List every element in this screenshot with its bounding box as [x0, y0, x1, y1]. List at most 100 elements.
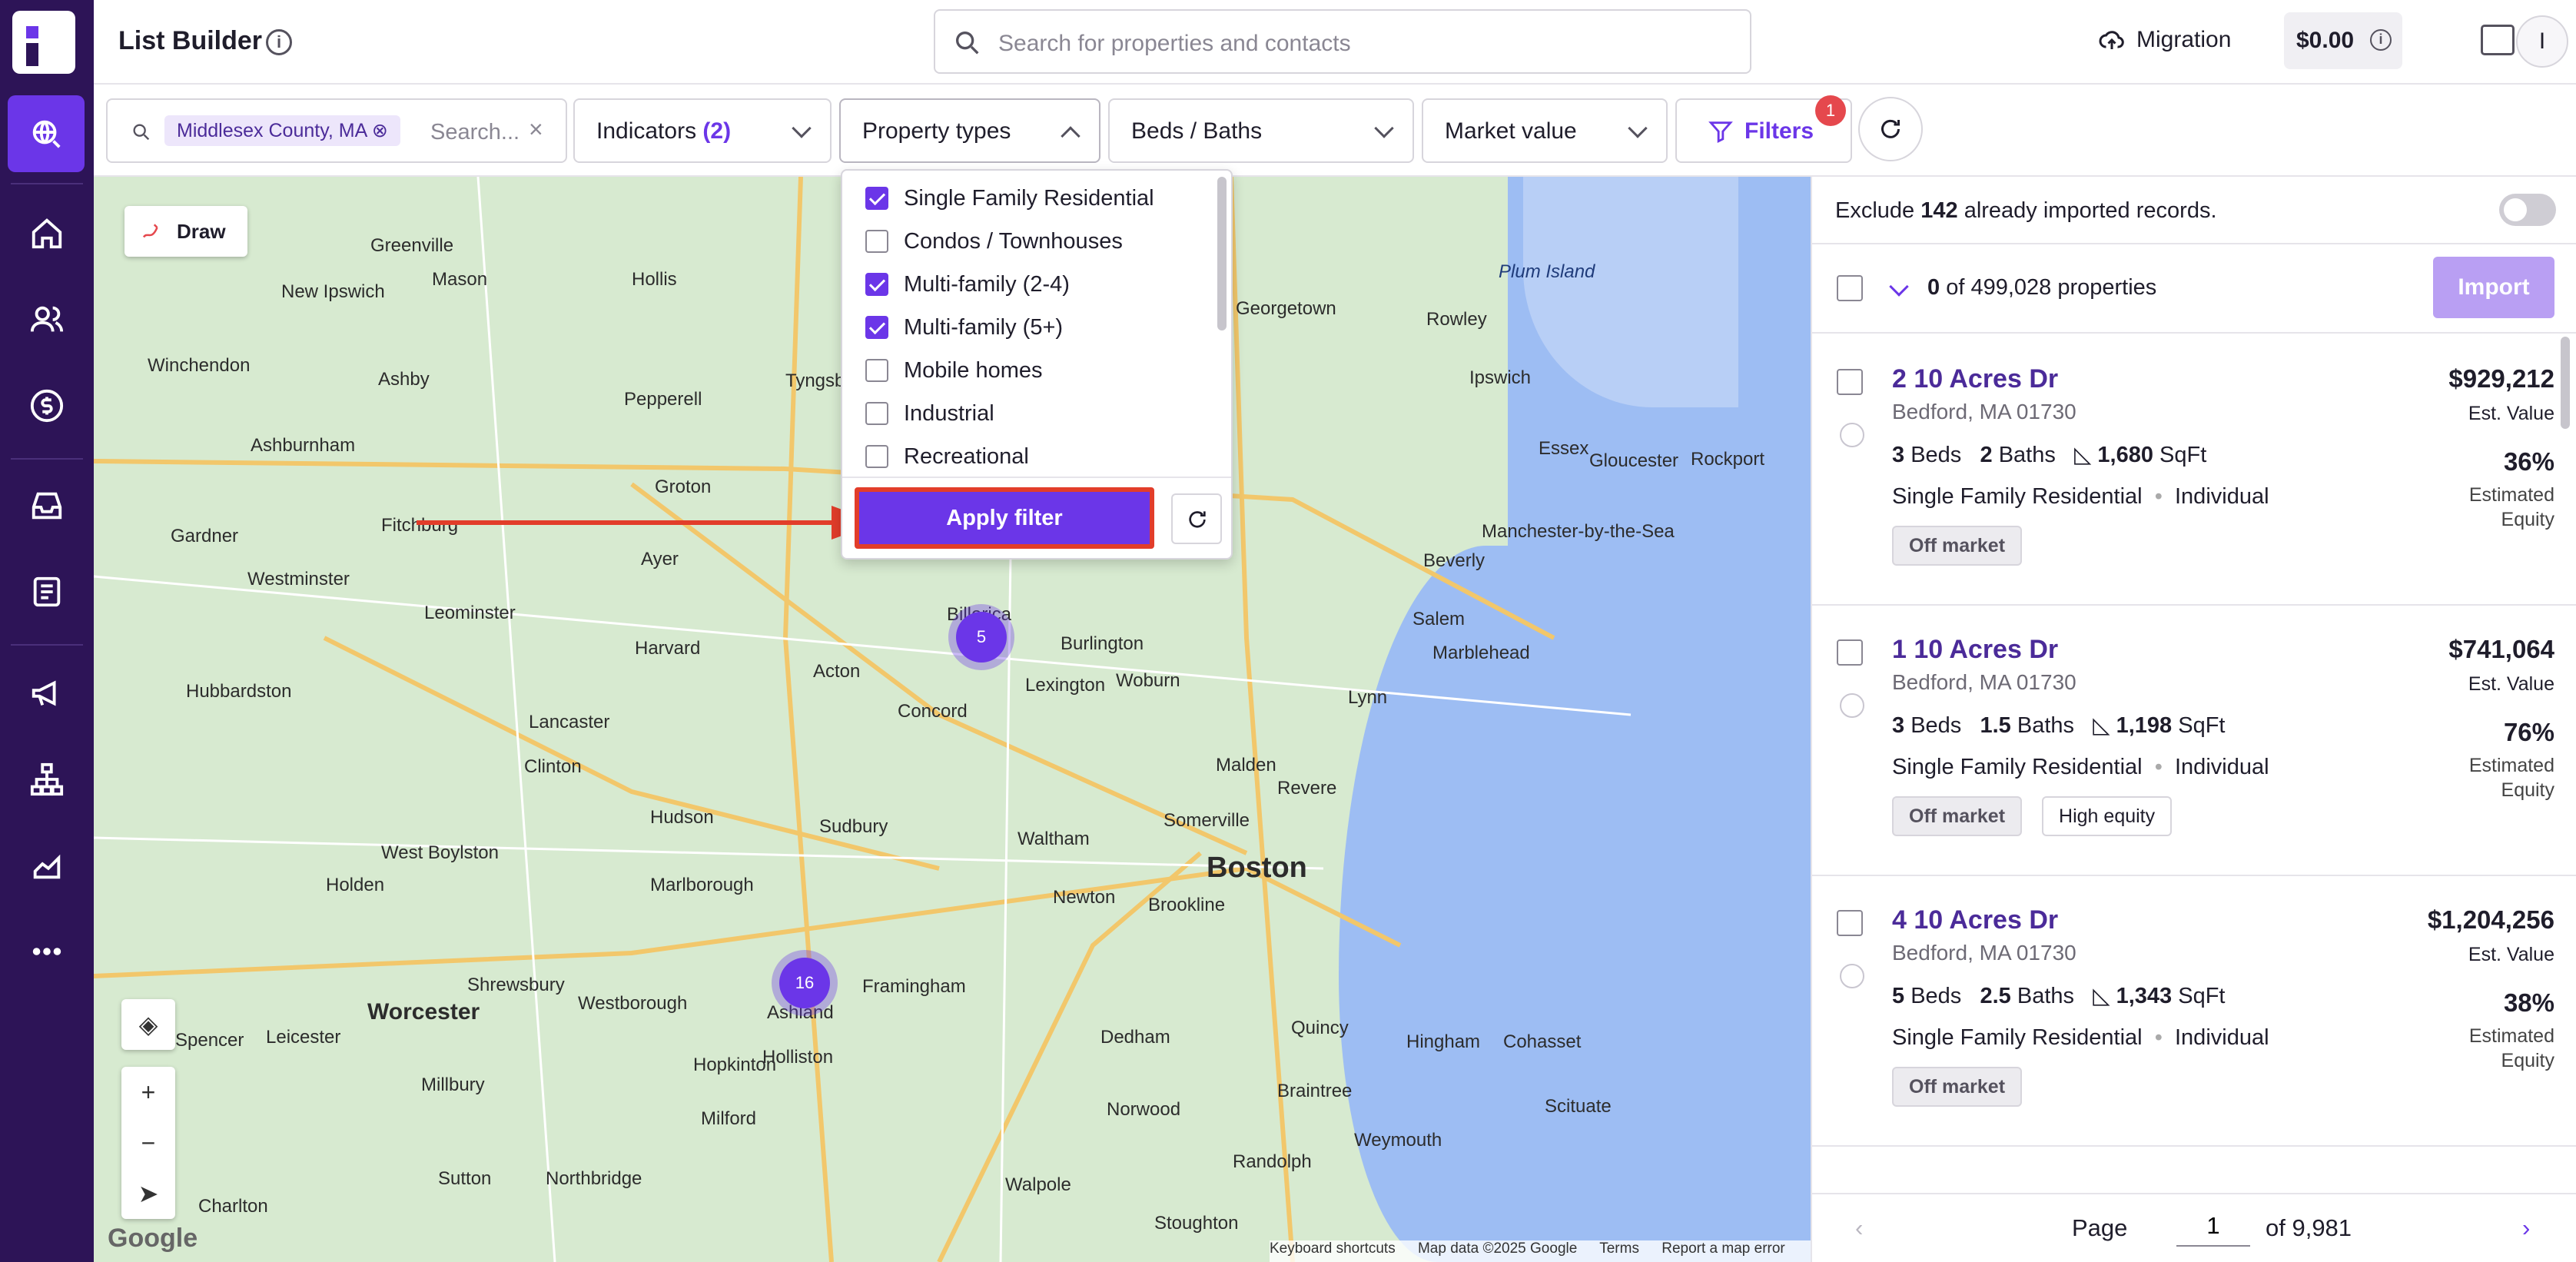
- layers-button[interactable]: ◈: [121, 999, 175, 1050]
- checkbox[interactable]: [865, 316, 888, 339]
- refresh-button[interactable]: [1858, 97, 1923, 161]
- map-label: Gardner: [171, 526, 239, 546]
- location-search-field[interactable]: Middlesex County, MA ⊗ Search... ×: [106, 98, 567, 163]
- property-address[interactable]: 4 10 Acres Dr: [1892, 905, 2058, 935]
- reset-filter-button[interactable]: [1171, 493, 1222, 544]
- refresh-icon: [1189, 511, 1206, 528]
- inbox-icon[interactable]: [0, 467, 94, 544]
- map-label: Newton: [1053, 887, 1116, 908]
- map-label: Rockport: [1691, 449, 1765, 470]
- property-card[interactable]: 2 10 Acres Dr Bedford, MA 01730 3 Beds 2…: [1812, 335, 2576, 606]
- import-button[interactable]: Import: [2433, 257, 2554, 318]
- global-search-input[interactable]: Search for properties and contacts: [934, 9, 1751, 74]
- chevron-down-icon: [1628, 118, 1648, 138]
- map-cluster[interactable]: 16: [779, 958, 830, 1008]
- property-types-label: Property types: [862, 118, 1011, 144]
- checkbox[interactable]: [865, 230, 888, 253]
- option-single-family[interactable]: Single Family Residential: [865, 177, 1154, 220]
- clear-icon[interactable]: ×: [529, 115, 543, 144]
- balance-display[interactable]: $0.00 i: [2284, 12, 2402, 69]
- home-icon[interactable]: [0, 195, 94, 272]
- option-multi-family-2-4[interactable]: Multi-family (2-4): [865, 263, 1070, 306]
- dollar-icon[interactable]: [0, 367, 94, 444]
- property-card[interactable]: 4 10 Acres Dr Bedford, MA 01730 5 Beds 2…: [1812, 876, 2576, 1147]
- option-multi-family-5[interactable]: Multi-family (5+): [865, 306, 1063, 349]
- migration-button[interactable]: Migration: [2098, 26, 2231, 54]
- property-checkbox[interactable]: [1837, 369, 1863, 395]
- tag-high-equity: High equity: [2042, 796, 2173, 836]
- map-label: Northbridge: [546, 1168, 642, 1189]
- property-address[interactable]: 2 10 Acres Dr: [1892, 364, 2058, 394]
- avatar[interactable]: I: [2516, 15, 2568, 68]
- results-scrollbar[interactable]: [2561, 337, 2570, 429]
- map-label: Leicester: [266, 1027, 341, 1048]
- map-label: Georgetown: [1236, 298, 1336, 319]
- contact-card-icon[interactable]: [0, 553, 94, 630]
- analytics-icon[interactable]: [0, 827, 94, 904]
- map-label: Milford: [701, 1108, 757, 1129]
- map-label: Woburn: [1116, 670, 1180, 691]
- map-label: Salem: [1412, 609, 1466, 629]
- megaphone-icon[interactable]: [0, 655, 94, 732]
- zoom-out-button[interactable]: −: [121, 1118, 175, 1168]
- terms-link[interactable]: Terms: [1599, 1240, 1639, 1257]
- chip-remove-icon[interactable]: ⊗: [372, 120, 388, 141]
- apply-filter-button[interactable]: Apply filter: [855, 487, 1154, 549]
- beds-baths-dropdown[interactable]: Beds / Baths: [1108, 98, 1414, 163]
- select-all-checkbox[interactable]: [1837, 275, 1863, 301]
- indicators-dropdown[interactable]: Indicators (2): [573, 98, 832, 163]
- org-chart-icon[interactable]: [0, 741, 94, 818]
- map-label: Framingham: [862, 976, 966, 997]
- imported-status-icon: [1840, 964, 1864, 988]
- map-data-text: Map data ©2025 Google: [1417, 1240, 1578, 1257]
- property-city: Bedford, MA 01730: [1892, 400, 2076, 423]
- option-mobile-homes[interactable]: Mobile homes: [865, 349, 1043, 392]
- option-recreational[interactable]: Recreational: [865, 435, 1029, 478]
- info-icon[interactable]: i: [266, 29, 292, 55]
- balance-info-icon[interactable]: i: [2370, 29, 2392, 51]
- option-industrial[interactable]: Industrial: [865, 392, 994, 435]
- checkbox[interactable]: [865, 402, 888, 425]
- property-checkbox[interactable]: [1837, 910, 1863, 936]
- map-label: Lynn: [1348, 687, 1388, 708]
- map-label: Sudbury: [819, 816, 888, 837]
- property-card[interactable]: 1 10 Acres Dr Bedford, MA 01730 3 Beds 1…: [1812, 606, 2576, 876]
- checkbox[interactable]: [865, 187, 888, 210]
- map-label: Braintree: [1277, 1081, 1353, 1101]
- map-label: West Boylston: [381, 842, 499, 863]
- property-city: Bedford, MA 01730: [1892, 670, 2076, 694]
- prev-page-icon[interactable]: ‹: [1855, 1214, 1863, 1242]
- menu-scrollbar[interactable]: [1217, 177, 1227, 330]
- option-condos[interactable]: Condos / Townhouses: [865, 220, 1123, 263]
- filter-bar: Middlesex County, MA ⊗ Search... × Indic…: [94, 85, 2576, 177]
- next-page-icon[interactable]: ›: [2522, 1214, 2530, 1242]
- map-cluster[interactable]: 5: [956, 612, 1007, 663]
- checkbox[interactable]: [865, 273, 888, 296]
- exclude-toggle[interactable]: [2499, 194, 2556, 226]
- checkbox[interactable]: [865, 445, 888, 468]
- market-value-dropdown[interactable]: Market value: [1422, 98, 1668, 163]
- draw-button[interactable]: Draw: [124, 206, 247, 257]
- checkbox[interactable]: [865, 359, 888, 382]
- page-input[interactable]: [2176, 1207, 2250, 1247]
- property-address[interactable]: 1 10 Acres Dr: [1892, 635, 2058, 665]
- zoom-in-button[interactable]: +: [121, 1067, 175, 1118]
- chat-icon[interactable]: [2481, 25, 2515, 55]
- property-types-menu: Single Family Residential Condos / Townh…: [841, 169, 1233, 560]
- location-chip[interactable]: Middlesex County, MA ⊗: [164, 115, 400, 146]
- property-checkbox[interactable]: [1837, 639, 1863, 666]
- contacts-icon[interactable]: [0, 281, 94, 358]
- map-label: Concord: [898, 701, 968, 722]
- app-logo[interactable]: [12, 11, 75, 74]
- locate-icon[interactable]: ➤: [121, 1168, 175, 1219]
- map-label: Ashburnham: [251, 435, 356, 456]
- map-search-nav-icon[interactable]: [8, 95, 85, 172]
- keyboard-shortcuts-link[interactable]: Keyboard shortcuts: [1270, 1240, 1396, 1257]
- map-label: Winchendon: [148, 355, 251, 376]
- chevron-down-icon[interactable]: [1889, 277, 1909, 297]
- search-icon: [956, 32, 979, 55]
- more-icon[interactable]: [0, 913, 94, 990]
- property-types-dropdown[interactable]: Property types: [839, 98, 1100, 163]
- report-error-link[interactable]: Report a map error: [1661, 1240, 1785, 1257]
- layers-icon: ◈: [138, 1011, 158, 1038]
